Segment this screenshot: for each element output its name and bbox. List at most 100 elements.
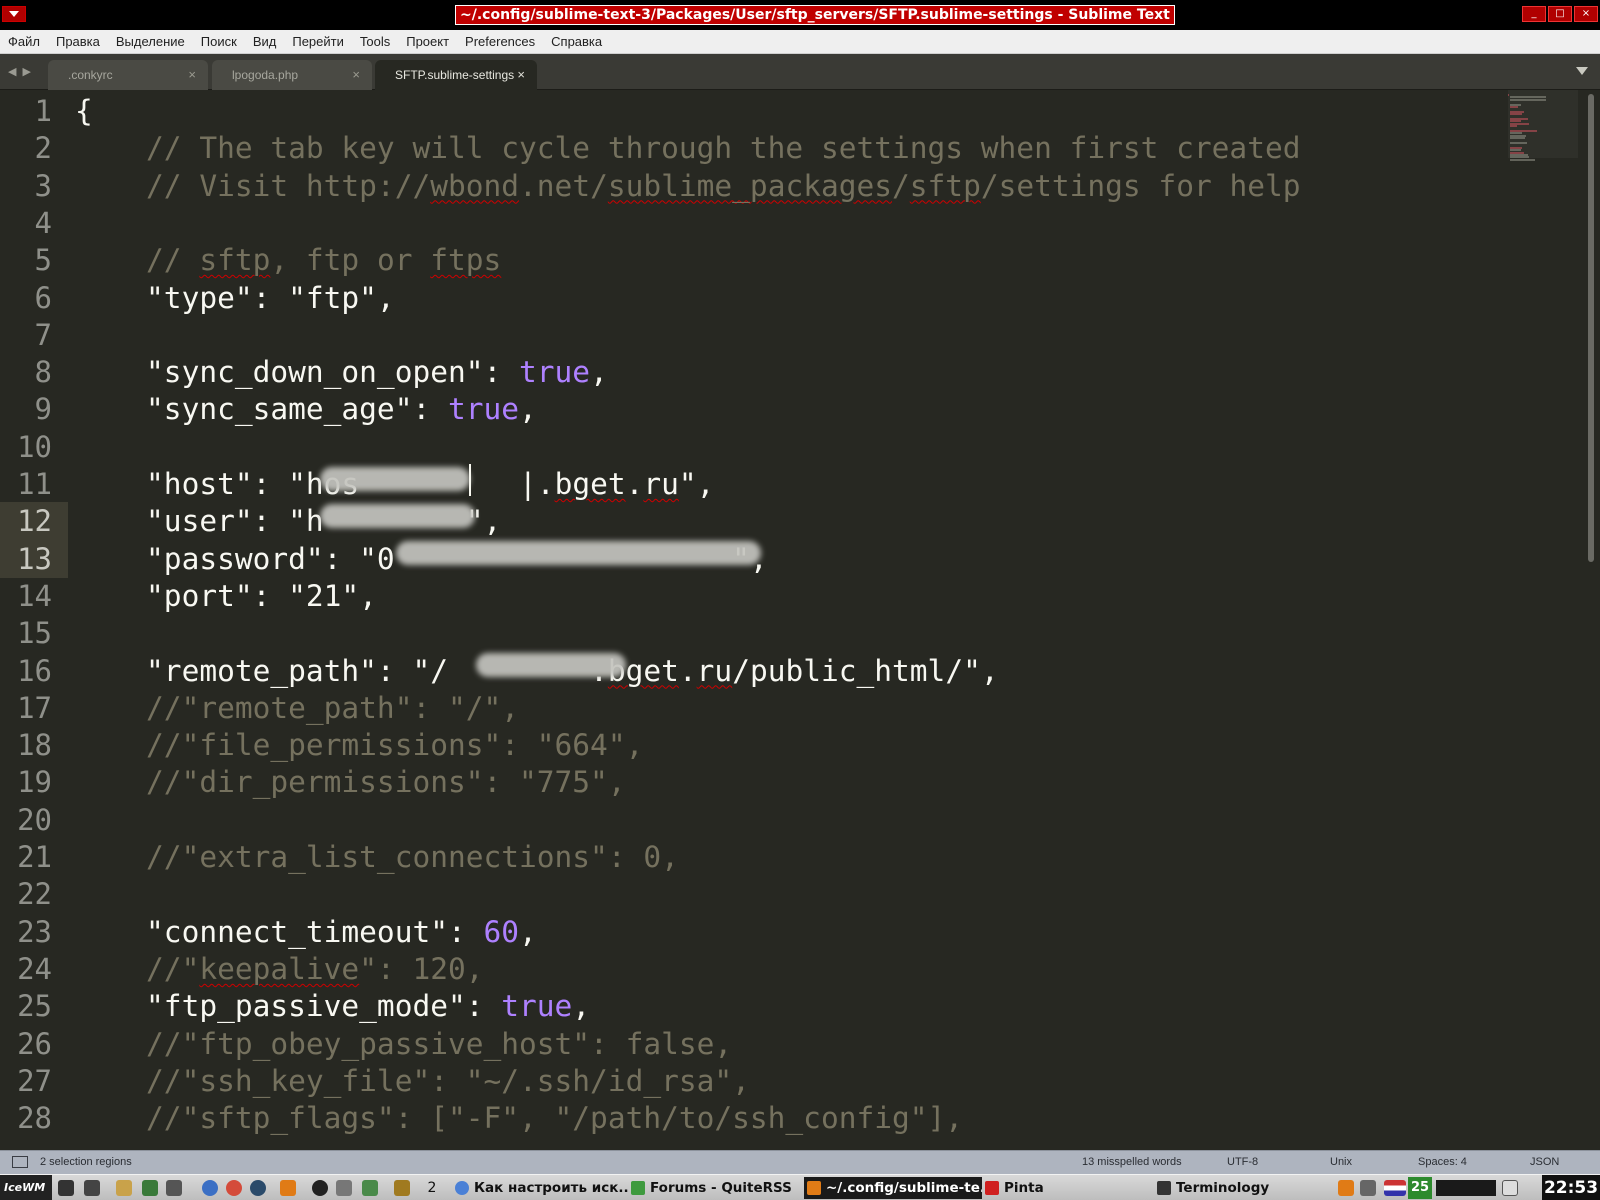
sublime-launcher-icon[interactable] (280, 1180, 296, 1196)
code-line[interactable]: "sync_same_age": true, (75, 390, 537, 428)
menu-bar: Файл Правка Выделение Поиск Вид Перейти … (0, 30, 1600, 54)
code-line[interactable]: "type": "ftp", (75, 279, 395, 317)
tray-printer-icon[interactable] (1360, 1180, 1376, 1196)
tab-close-icon[interactable]: × (188, 60, 196, 90)
minimap[interactable] (1508, 90, 1578, 170)
panel-toggle-icon[interactable] (12, 1156, 28, 1168)
show-desktop-icon[interactable] (58, 1180, 74, 1196)
vertical-scrollbar[interactable] (1588, 94, 1594, 562)
code-token: //"remote_path": "/", (75, 690, 520, 725)
steam-icon[interactable] (250, 1180, 266, 1196)
browser-icon[interactable] (202, 1180, 218, 1196)
task-terminology[interactable]: Terminology (1154, 1177, 1330, 1199)
monitor-icon[interactable] (166, 1180, 182, 1196)
line-number: 20 (17, 802, 52, 837)
task-sublime[interactable]: ~/.config/sublime-te... (804, 1177, 982, 1199)
tab-close-icon[interactable]: × (517, 60, 525, 90)
chrome-icon[interactable] (226, 1180, 242, 1196)
line-number: 5 (34, 243, 52, 278)
status-line-endings[interactable]: Unix (1330, 1156, 1352, 1168)
task-browser[interactable]: Как настроить иск... (452, 1177, 628, 1199)
code-line[interactable]: "ftp_passive_mode": true, (75, 987, 590, 1025)
task-quiterss[interactable]: Forums - QuiteRSS (628, 1177, 804, 1199)
tray-sublime-icon[interactable] (1338, 1180, 1354, 1196)
media-icon[interactable] (312, 1180, 328, 1196)
minimize-button[interactable]: _ (1522, 6, 1546, 22)
close-button[interactable]: × (1574, 6, 1598, 22)
clock[interactable]: 22:53 (1542, 1175, 1600, 1200)
tab-close-icon[interactable]: × (352, 60, 360, 90)
tab-list-dropdown-icon[interactable] (1576, 67, 1588, 75)
menu-edit[interactable]: Правка (56, 34, 100, 49)
menu-file[interactable]: Файл (8, 34, 40, 49)
code-line[interactable]: //"sftp_flags": ["-F", "/path/to/ssh_con… (75, 1099, 963, 1137)
line-number: 21 (17, 840, 52, 874)
code-line[interactable]: // sftp, ftp or ftps (75, 241, 501, 279)
code-line[interactable]: // The tab key will cycle through the se… (75, 129, 1300, 167)
terminal-launcher-icon[interactable] (142, 1180, 158, 1196)
code-line[interactable]: "port": "21", (75, 577, 377, 615)
redaction-blur (320, 467, 470, 491)
code-line[interactable]: "sync_down_on_open": true, (75, 353, 608, 391)
status-syntax[interactable]: JSON (1530, 1156, 1559, 1168)
task-pinta[interactable]: Pinta (982, 1177, 1158, 1199)
start-menu-button[interactable]: IceWM (0, 1175, 52, 1200)
code-line[interactable]: //"file_permissions": "664", (75, 726, 643, 764)
code-token: "sync_same_age": (75, 392, 448, 427)
menu-find[interactable]: Поиск (201, 34, 237, 49)
menu-selection[interactable]: Выделение (116, 34, 185, 49)
mail-icon[interactable] (1502, 1180, 1518, 1196)
workspace-1-icon[interactable] (394, 1180, 410, 1196)
code-token: "remote_path": "/ (75, 653, 448, 688)
status-encoding[interactable]: UTF-8 (1227, 1156, 1258, 1168)
maximize-button[interactable]: □ (1548, 6, 1572, 22)
minimap-line (1510, 106, 1518, 108)
code-token: //"dir_permissions": "775", (75, 765, 626, 800)
code-line[interactable]: // Visit http://wbond.net/sublime_packag… (75, 167, 1301, 205)
code-token: true (447, 392, 520, 427)
line-number: 12 (0, 502, 68, 541)
tab-prev-icon[interactable]: ◀ (8, 65, 16, 78)
code-line[interactable]: //"ssh_key_file": "~/.ssh/id_rsa", (75, 1062, 750, 1100)
menu-help[interactable]: Справка (551, 34, 602, 49)
code-line[interactable]: "connect_timeout": 60, (75, 913, 537, 951)
code-token: //"ssh_key_file": "~/.ssh/id_rsa", (75, 1063, 750, 1098)
code-line[interactable]: //"remote_path": "/", (75, 689, 519, 727)
line-number: 26 (17, 1026, 52, 1061)
code-token: ftps (430, 243, 502, 278)
menu-view[interactable]: Вид (253, 34, 277, 49)
window-menu-button[interactable] (2, 6, 26, 22)
menu-preferences[interactable]: Preferences (465, 34, 535, 49)
code-line[interactable]: //"keepalive": 120, (75, 950, 483, 988)
code-token: // The tab key will cycle through the se… (75, 131, 1301, 166)
line-number: 19 (17, 765, 52, 800)
tab-next-icon[interactable]: ▶ (22, 65, 30, 78)
settings-icon[interactable] (336, 1180, 352, 1196)
code-token: "sync_down_on_open": (75, 355, 520, 390)
workspace-number[interactable]: 2 (421, 1177, 443, 1199)
tab-sftp-settings[interactable]: SFTP.sublime-settings × (375, 60, 537, 90)
menu-project[interactable]: Проект (406, 34, 449, 49)
code-line[interactable]: //"ftp_obey_passive_host": false, (75, 1025, 732, 1063)
tab-lpogoda[interactable]: lpogoda.php × (212, 60, 372, 90)
menu-tools[interactable]: Tools (360, 34, 390, 49)
file-manager-icon[interactable] (116, 1180, 132, 1196)
status-indentation[interactable]: Spaces: 4 (1418, 1156, 1467, 1168)
archive-icon[interactable] (362, 1180, 378, 1196)
code-line[interactable]: { (75, 92, 93, 130)
minimap-line (1508, 94, 1509, 96)
code-token: true (501, 989, 573, 1024)
tray-counter-badge[interactable]: 25 (1408, 1177, 1433, 1199)
code-line[interactable]: //"dir_permissions": "775", (75, 763, 626, 801)
tab-label: .conkyrc (68, 68, 113, 82)
line-number: 18 (17, 728, 52, 763)
keyboard-layout-icon[interactable] (1384, 1180, 1406, 1196)
menu-goto[interactable]: Перейти (292, 34, 344, 49)
redaction-blur (396, 541, 761, 565)
line-number: 2 (34, 131, 52, 166)
code-token: { (75, 94, 93, 128)
code-line[interactable]: //"extra_list_connections": 0, (75, 838, 679, 876)
editor-pane[interactable]: 1 2 3 4 5 6 7 8 9 10 11 12 13 14 15 16 17 18 19 20 21 22 23 24 2… (0, 90, 1600, 1150)
window-list-icon[interactable] (84, 1180, 100, 1196)
tab-conkyrc[interactable]: .conkyrc × (48, 60, 208, 90)
